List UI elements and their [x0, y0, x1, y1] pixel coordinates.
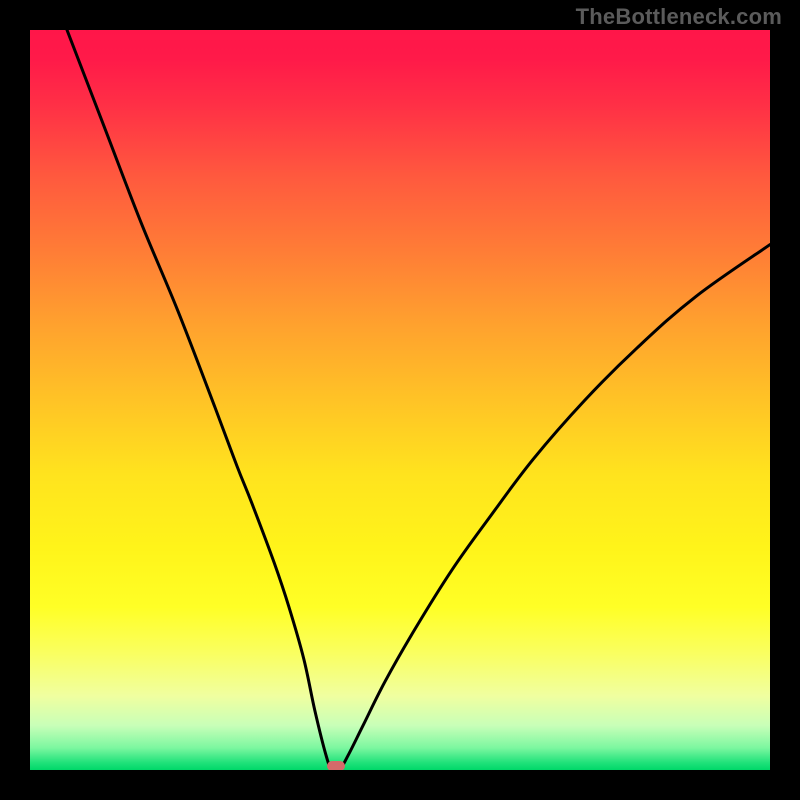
watermark-text: TheBottleneck.com — [576, 4, 782, 30]
chart-frame: TheBottleneck.com — [0, 0, 800, 800]
plot-area — [30, 30, 770, 770]
bottleneck-curve — [30, 30, 770, 770]
optimum-marker — [327, 761, 345, 770]
